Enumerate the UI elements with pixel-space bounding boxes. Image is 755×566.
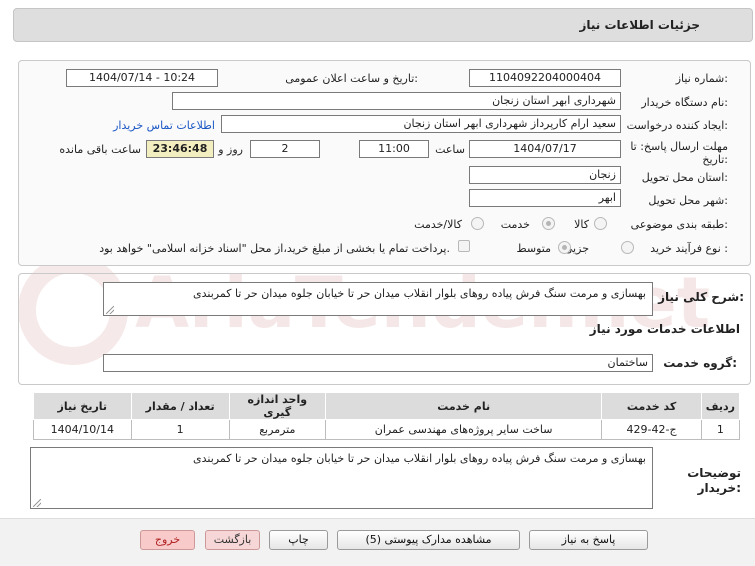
back-button[interactable]: بازگشت [205, 530, 260, 550]
remaining-time-label: ساعت باقی مانده [59, 143, 141, 156]
cell-unit: مترمربع [228, 419, 326, 440]
cell-service-name: ساخت سایر پروژه‌های مهندسی عمران [324, 419, 603, 440]
need-number-label: شماره نیاز: [675, 72, 728, 85]
category-option-both-radio[interactable] [471, 217, 484, 230]
description-label: شرح کلی نیاز: [658, 290, 744, 304]
deadline-time-label: ساعت [435, 143, 465, 156]
province-label: استان محل تحویل: [641, 171, 728, 184]
process-type-label: نوع فرآیند خرید : [650, 242, 728, 255]
buyer-notes-label: توضیحات خریدار: [687, 466, 741, 495]
resize-grip-icon[interactable] [106, 306, 114, 314]
reply-button[interactable]: پاسخ به نیاز [529, 530, 648, 550]
category-option-service-label: خدمت [500, 218, 530, 231]
remaining-time-field: 23:46:48 [146, 140, 214, 158]
process-option-minor-radio[interactable] [621, 241, 634, 254]
page-header: جزئیات اطلاعات نیاز [13, 8, 753, 42]
services-table: تاریخ نیاز تعداد / مقدار واحد اندازه گیر… [33, 392, 741, 440]
creator-field: سعید ارام کارپرداز شهرداری ابهر استان زن… [221, 115, 621, 133]
description-text: بهسازی و مرمت سنگ فرش پیاده روهای بلوار … [193, 287, 646, 300]
announce-datetime-label: تاریخ و ساعت اعلان عمومی: [285, 72, 418, 85]
col-unit: واحد اندازه گیری [228, 392, 326, 420]
treasury-payment-note: پرداخت تمام یا بخشی از مبلغ خرید،از محل … [99, 242, 450, 255]
services-section-title: اطلاعات خدمات مورد نیاز [589, 322, 740, 336]
creator-label: ایجاد کننده درخواست: [626, 119, 728, 132]
service-group-label: گروه خدمت: [663, 356, 737, 370]
process-option-medium-radio[interactable] [558, 241, 571, 254]
buyer-org-field: شهرداری ابهر استان زنجان [172, 92, 621, 110]
print-button[interactable]: چاپ [269, 530, 328, 550]
category-option-both-label: کالا/خدمت [414, 218, 462, 231]
category-option-goods-radio[interactable] [594, 217, 607, 230]
exit-button[interactable]: خروج [140, 530, 195, 550]
cell-quantity: 1 [130, 419, 230, 440]
days-field: 2 [250, 140, 320, 158]
cell-date: 1404/10/14 [33, 419, 132, 440]
col-row: ردیف [700, 392, 741, 420]
category-option-goods-label: کالا [574, 218, 589, 231]
announce-datetime-field: 1404/07/14 - 10:24 [66, 69, 218, 87]
deadline-label: مهلت ارسال پاسخ: تا تاریخ: [630, 140, 728, 166]
buyer-org-label: نام دستگاه خریدار: [641, 96, 728, 109]
province-field: زنجان [469, 166, 621, 184]
description-textarea[interactable]: بهسازی و مرمت سنگ فرش پیاده روهای بلوار … [103, 282, 653, 316]
deadline-time-field: 11:00 [359, 140, 429, 158]
buyer-notes-textarea[interactable]: بهسازی و مرمت سنگ فرش پیاده روهای بلوار … [30, 447, 653, 509]
deadline-date-field: 1404/07/17 [469, 140, 621, 158]
category-option-service-radio[interactable] [542, 217, 555, 230]
treasury-payment-checkbox[interactable] [458, 240, 470, 252]
need-number-field: 1104092204000404 [469, 69, 621, 87]
service-group-field: ساختمان [103, 354, 653, 372]
resize-grip-icon[interactable] [33, 499, 41, 507]
cell-service-code: ج-42-429 [601, 419, 702, 440]
col-date: تاریخ نیاز [33, 392, 132, 420]
days-label: روز و [218, 143, 243, 156]
cell-row: 1 [700, 419, 741, 440]
buyer-notes-text: بهسازی و مرمت سنگ فرش پیاده روهای بلوار … [193, 452, 646, 465]
process-option-medium-label: متوسط [516, 242, 551, 255]
page-title: جزئیات اطلاعات نیاز [579, 18, 700, 32]
table-header-row: تاریخ نیاز تعداد / مقدار واحد اندازه گیر… [33, 392, 741, 420]
buyer-contact-link[interactable]: اطلاعات تماس خریدار [113, 119, 215, 132]
city-label: شهر محل تحویل: [648, 194, 728, 207]
table-row: 1404/10/14 1 مترمربع ساخت سایر پروژه‌های… [33, 419, 741, 440]
col-service-code: کد خدمت [601, 392, 702, 420]
city-field: ابهر [469, 189, 621, 207]
view-attachments-button[interactable]: مشاهده مدارک پیوستی (5) [337, 530, 520, 550]
category-label: طبقه بندی موضوعی: [630, 218, 728, 231]
col-quantity: تعداد / مقدار [130, 392, 230, 420]
col-service-name: نام خدمت [324, 392, 603, 420]
